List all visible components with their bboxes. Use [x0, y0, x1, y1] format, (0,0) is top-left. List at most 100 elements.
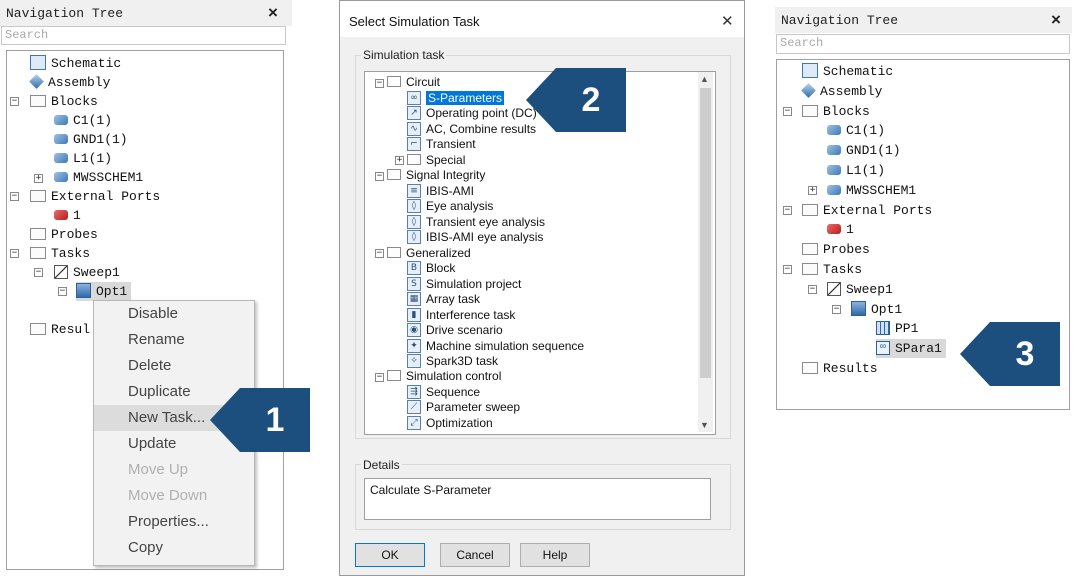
task-spark3d[interactable]: ✧ Spark3D task — [407, 353, 498, 370]
task-ibis-ami-eye[interactable]: ◊ IBIS-AMI eye analysis — [407, 229, 543, 246]
tree-item-mwsschem1[interactable]: MWSSCHEM1 — [54, 168, 143, 187]
folder-icon — [407, 154, 421, 166]
task-simulation-project[interactable]: S Simulation project — [407, 276, 521, 293]
tree-item-port-1[interactable]: 1 — [827, 220, 854, 239]
help-button[interactable]: Help — [520, 543, 590, 567]
tree-item-opt1[interactable]: Opt1 — [76, 282, 132, 301]
tree-item-c1[interactable]: C1(1) — [827, 121, 885, 140]
collapse-icon[interactable]: − — [10, 192, 19, 201]
task-interference[interactable]: ▮ Interference task — [407, 307, 515, 324]
collapse-icon[interactable]: − — [375, 249, 384, 258]
tree-item-results[interactable]: Results — [802, 359, 878, 378]
task-operating-point[interactable]: ↗ Operating point (DC) — [407, 105, 537, 122]
block-icon — [54, 171, 68, 182]
expand-icon[interactable]: + — [34, 174, 43, 183]
block-icon — [54, 133, 68, 144]
task-array[interactable]: ▦ Array task — [407, 291, 480, 308]
folder-icon — [30, 94, 46, 107]
menu-item-move-up[interactable]: Move Up — [94, 457, 254, 483]
task-eye-analysis[interactable]: ◊ Eye analysis — [407, 198, 493, 215]
tree-item-probes[interactable]: Probes — [30, 225, 98, 244]
details-label: Details — [361, 458, 402, 472]
collapse-icon[interactable]: − — [375, 373, 384, 382]
expand-icon[interactable]: + — [808, 186, 817, 195]
tree-item-tasks[interactable]: Tasks — [802, 260, 862, 279]
menu-item-move-down[interactable]: Move Down — [94, 483, 254, 509]
tree-item-external-ports[interactable]: External Ports — [30, 187, 160, 206]
tree-item-blocks[interactable]: Blocks — [30, 92, 98, 111]
tree-item-gnd1[interactable]: GND1(1) — [54, 130, 128, 149]
close-icon[interactable]: ✕ — [721, 12, 734, 30]
tree-item-sweep1[interactable]: Sweep1 — [827, 280, 893, 299]
menu-item-copy[interactable]: Copy — [94, 535, 254, 561]
collapse-icon[interactable]: − — [808, 285, 817, 294]
search-input[interactable]: Search — [1, 26, 286, 45]
tree-item-signal-integrity[interactable]: Signal Integrity — [387, 168, 485, 184]
collapse-icon[interactable]: − — [10, 249, 19, 258]
dialog-title: Select Simulation Task — [349, 14, 480, 29]
collapse-icon[interactable]: − — [783, 206, 792, 215]
tree-item-gnd1[interactable]: GND1(1) — [827, 141, 901, 160]
cancel-button[interactable]: Cancel — [440, 543, 510, 567]
menu-item-delete[interactable]: Delete — [94, 353, 254, 379]
tree-item-blocks[interactable]: Blocks — [802, 102, 870, 121]
collapse-icon[interactable]: − — [832, 305, 841, 314]
tree-item-l1[interactable]: L1(1) — [827, 161, 885, 180]
menu-item-rename[interactable]: Rename — [94, 327, 254, 353]
sequence-icon: ⇶ — [407, 384, 421, 399]
tree-item-assembly[interactable]: Assembly — [29, 73, 110, 92]
collapse-icon[interactable]: − — [783, 265, 792, 274]
tree-item-schematic[interactable]: Schematic — [30, 54, 121, 73]
close-icon[interactable]: × — [1051, 10, 1061, 30]
collapse-icon[interactable]: − — [375, 172, 384, 181]
eye-icon: ◊ — [407, 229, 421, 244]
task-ac-combine[interactable]: ∿ AC, Combine results — [407, 121, 536, 138]
collapse-icon[interactable]: − — [375, 79, 384, 88]
tree-item-external-ports[interactable]: External Ports — [802, 201, 932, 220]
collapse-icon[interactable]: − — [34, 268, 43, 277]
project-s-icon: S — [407, 276, 421, 291]
scroll-down-icon[interactable]: ▼ — [700, 420, 709, 430]
task-transient-eye[interactable]: ◊ Transient eye analysis — [407, 214, 545, 231]
task-block[interactable]: B Block — [407, 260, 455, 277]
tree-item-generalized[interactable]: Generalized — [387, 246, 471, 262]
tree-item-special[interactable]: Special — [407, 153, 465, 169]
search-input[interactable]: Search — [776, 34, 1070, 54]
task-sequence[interactable]: ⇶ Sequence — [407, 384, 480, 401]
tree-item-mwsschem1[interactable]: MWSSCHEM1 — [827, 181, 916, 200]
tree-item-sweep1[interactable]: Sweep1 — [54, 263, 120, 282]
task-s-parameters[interactable]: ∞ S-Parameters — [407, 90, 505, 107]
menu-item-properties[interactable]: Properties... — [94, 509, 254, 535]
tree-item-probes[interactable]: Probes — [802, 240, 870, 259]
expand-icon[interactable]: + — [395, 156, 404, 165]
eye-icon: ◊ — [407, 214, 421, 229]
ok-button[interactable]: OK — [355, 543, 425, 567]
collapse-icon[interactable]: − — [58, 287, 67, 296]
tree-item-opt1[interactable]: Opt1 — [851, 300, 902, 319]
sweep-icon — [54, 264, 68, 279]
tree-item-tasks[interactable]: Tasks — [30, 244, 90, 263]
tree-item-port-1[interactable]: 1 — [54, 206, 81, 225]
close-icon[interactable]: × — [268, 3, 278, 23]
collapse-icon[interactable]: − — [10, 97, 19, 106]
tree-item-results[interactable]: Resul — [30, 320, 90, 339]
tree-item-schematic[interactable]: Schematic — [802, 62, 893, 81]
scroll-thumb[interactable] — [700, 88, 711, 378]
task-transient[interactable]: ⌐ Transient — [407, 136, 476, 153]
menu-item-disable[interactable]: Disable — [94, 301, 254, 327]
task-optimization[interactable]: ⤢ Optimization — [407, 415, 493, 432]
task-machine-sim-seq[interactable]: ✦ Machine simulation sequence — [407, 338, 584, 355]
scroll-up-icon[interactable]: ▲ — [700, 74, 709, 84]
group-label: Simulation task — [361, 48, 447, 62]
task-ibis-ami[interactable]: ≡ IBIS-AMI — [407, 183, 474, 200]
tree-item-l1[interactable]: L1(1) — [54, 149, 112, 168]
task-parameter-sweep[interactable]: ⟋ Parameter sweep — [407, 399, 520, 416]
tree-item-spara1[interactable]: ∞ SPara1 — [876, 339, 946, 358]
tree-item-circuit[interactable]: Circuit — [387, 75, 440, 91]
tree-item-simulation-control[interactable]: Simulation control — [387, 369, 501, 385]
task-drive-scenario[interactable]: ◉ Drive scenario — [407, 322, 503, 339]
collapse-icon[interactable]: − — [783, 107, 792, 116]
tree-item-assembly[interactable]: Assembly — [801, 82, 882, 101]
tree-item-pp1[interactable]: PP1 — [876, 319, 918, 338]
tree-item-c1[interactable]: C1(1) — [54, 111, 112, 130]
